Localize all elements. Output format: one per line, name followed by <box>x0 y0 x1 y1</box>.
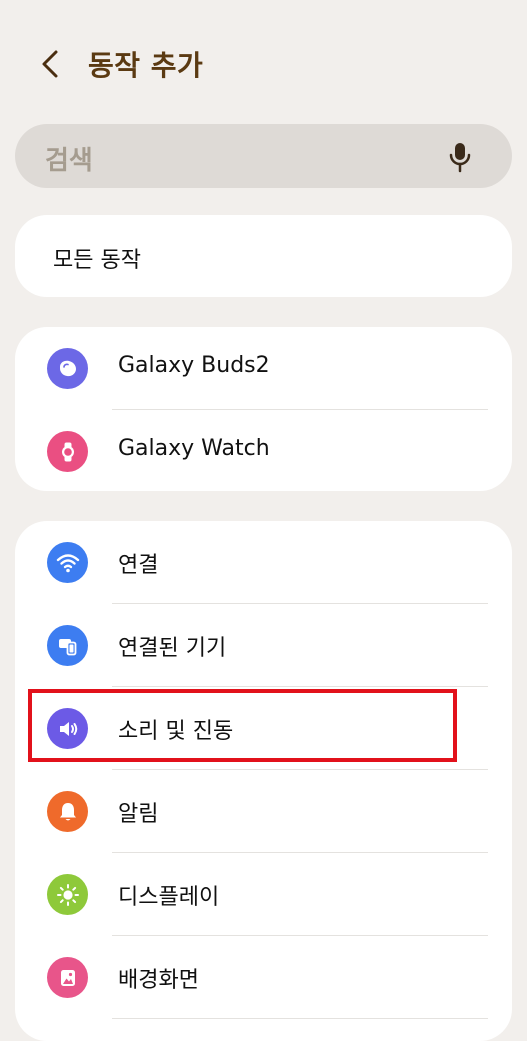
highlight-box <box>28 689 457 762</box>
list-item-connected-devices[interactable]: 연결된 기기 <box>15 604 512 687</box>
display-label: 디스플레이 <box>118 885 220 910</box>
list-item-wallpaper[interactable]: 배경화면 <box>15 936 512 1019</box>
devices-card: Galaxy Buds2 Galaxy Watch <box>15 327 512 491</box>
galaxy-watch-label: Galaxy Watch <box>118 436 270 461</box>
earbuds-icon <box>47 348 88 389</box>
all-actions-card[interactable]: 모든 동작 <box>15 215 512 297</box>
all-actions-label: 모든 동작 <box>53 248 141 273</box>
connections-label: 연결 <box>118 553 159 578</box>
search-input[interactable]: 검색 <box>45 140 93 177</box>
connected-devices-label: 연결된 기기 <box>118 636 227 661</box>
wallpaper-icon <box>47 957 88 998</box>
wallpaper-label: 배경화면 <box>118 968 199 993</box>
divider <box>112 1017 488 1019</box>
list-item-galaxy-watch[interactable]: Galaxy Watch <box>15 410 512 491</box>
watch-icon <box>47 431 88 472</box>
back-arrow-icon[interactable] <box>36 46 66 82</box>
galaxy-buds2-label: Galaxy Buds2 <box>118 353 270 378</box>
settings-card: 연결 연결된 기기 소리 및 진동 알림 디스플레이 배경화면 <box>15 521 512 1041</box>
page-title: 동작 추가 <box>88 49 204 82</box>
bell-icon <box>47 791 88 832</box>
wifi-icon <box>47 542 88 583</box>
list-item-display[interactable]: 디스플레이 <box>15 853 512 936</box>
notifications-label: 알림 <box>118 802 159 827</box>
search-bar[interactable]: 검색 <box>15 124 512 188</box>
app-header: 동작 추가 <box>0 0 527 125</box>
list-item-connections[interactable]: 연결 <box>15 521 512 604</box>
sun-icon <box>47 874 88 915</box>
list-item-notifications[interactable]: 알림 <box>15 770 512 853</box>
list-item-galaxy-buds2[interactable]: Galaxy Buds2 <box>15 327 512 410</box>
connected-devices-icon <box>47 625 88 666</box>
microphone-icon[interactable] <box>446 141 474 173</box>
